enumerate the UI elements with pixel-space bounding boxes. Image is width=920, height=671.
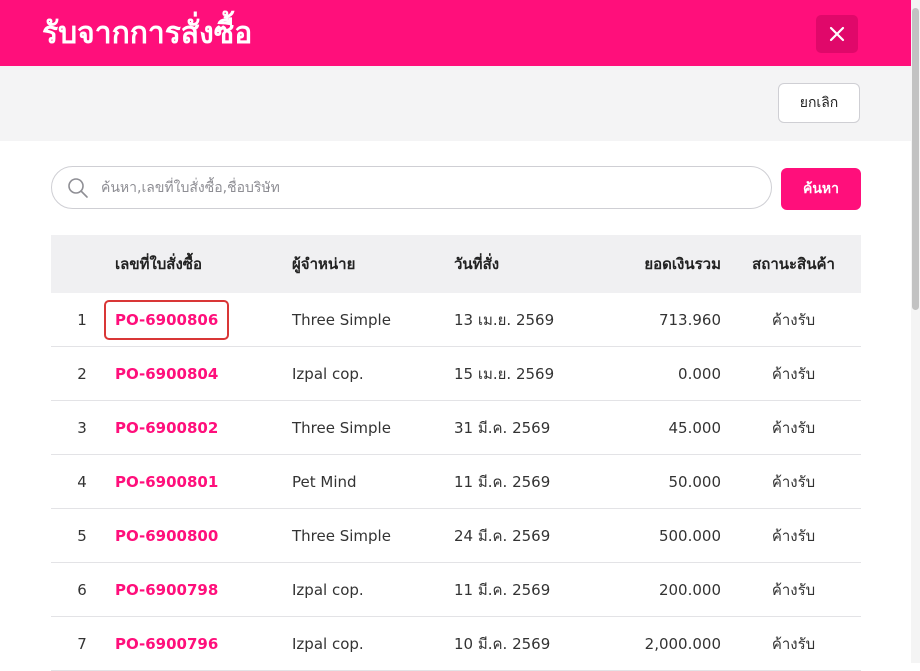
close-icon: [829, 26, 845, 42]
po-number-link[interactable]: PO-6900796: [115, 635, 218, 653]
row-index: 4: [77, 472, 87, 491]
row-total: 713.960: [658, 310, 721, 329]
table-row[interactable]: 4 PO-6900801 Pet Mind 11 มี.ค. 2569 50.0…: [51, 455, 861, 509]
search-box[interactable]: [51, 166, 772, 209]
po-number-link[interactable]: PO-6900800: [115, 527, 218, 545]
row-status: ค้างรับ: [771, 310, 816, 329]
row-index: 6: [77, 580, 87, 599]
row-vendor: Izpal cop.: [292, 580, 364, 599]
dialog-header: รับจากการสั่งซื้อ: [0, 0, 911, 66]
dialog-title: รับจากการสั่งซื้อ: [42, 16, 253, 51]
row-total: 2,000.000: [644, 634, 721, 653]
row-index: 2: [77, 364, 87, 383]
row-date: 13 เม.ย. 2569: [454, 310, 555, 329]
dialog-toolbar: ยกเลิก: [0, 66, 911, 141]
header-vendor: ผู้จำหน่าย: [292, 255, 356, 273]
header-order-date: วันที่สั่ง: [454, 255, 500, 273]
table-row[interactable]: 2 PO-6900804 Izpal cop. 15 เม.ย. 2569 0.…: [51, 347, 861, 401]
row-vendor: Three Simple: [292, 418, 391, 437]
row-date: 31 มี.ค. 2569: [454, 418, 551, 437]
table-row[interactable]: 5 PO-6900800 Three Simple 24 มี.ค. 2569 …: [51, 509, 861, 563]
row-status: ค้างรับ: [771, 634, 816, 653]
row-index: 5: [77, 526, 87, 545]
row-date: 10 มี.ค. 2569: [454, 634, 551, 653]
row-status: ค้างรับ: [771, 580, 816, 599]
header-po-number: เลขที่ใบสั่งซื้อ: [115, 255, 202, 273]
row-total: 0.000: [678, 364, 721, 383]
cancel-button[interactable]: ยกเลิก: [778, 83, 860, 123]
po-number-link[interactable]: PO-6900802: [115, 419, 218, 437]
table-row[interactable]: 3 PO-6900802 Three Simple 31 มี.ค. 2569 …: [51, 401, 861, 455]
row-index: 1: [77, 310, 87, 329]
row-vendor: Pet Mind: [292, 472, 357, 491]
row-status: ค้างรับ: [771, 364, 816, 383]
table-row[interactable]: 6 PO-6900798 Izpal cop. 11 มี.ค. 2569 20…: [51, 563, 861, 617]
table-header: เลขที่ใบสั่งซื้อ ผู้จำหน่าย วันที่สั่ง ย…: [51, 235, 861, 293]
row-index: 7: [77, 634, 87, 653]
purchase-order-table: เลขที่ใบสั่งซื้อ ผู้จำหน่าย วันที่สั่ง ย…: [51, 235, 861, 671]
close-button[interactable]: [816, 15, 858, 53]
row-date: 11 มี.ค. 2569: [454, 580, 551, 599]
po-number-link[interactable]: PO-6900801: [115, 473, 218, 491]
header-total: ยอดเงินรวม: [644, 255, 721, 273]
table-row[interactable]: 1 PO-6900806 Three Simple 13 เม.ย. 2569 …: [51, 293, 861, 347]
row-total: 200.000: [658, 580, 721, 599]
row-vendor: Izpal cop.: [292, 364, 364, 383]
row-total: 45.000: [668, 418, 722, 437]
row-index: 3: [77, 418, 87, 437]
row-date: 24 มี.ค. 2569: [454, 526, 551, 545]
vertical-scrollbar[interactable]: [911, 0, 920, 663]
row-date: 11 มี.ค. 2569: [454, 472, 551, 491]
row-vendor: Izpal cop.: [292, 634, 364, 653]
header-status: สถานะสินค้า: [752, 255, 835, 273]
row-vendor: Three Simple: [292, 310, 391, 329]
search-input[interactable]: [101, 167, 756, 208]
row-status: ค้างรับ: [771, 472, 816, 491]
po-number-link[interactable]: PO-6900804: [115, 365, 218, 383]
scrollbar-thumb[interactable]: [912, 8, 919, 310]
row-total: 500.000: [658, 526, 721, 545]
search-button[interactable]: ค้นหา: [781, 168, 861, 210]
row-status: ค้างรับ: [771, 418, 816, 437]
row-status: ค้างรับ: [771, 526, 816, 545]
row-total: 50.000: [668, 472, 722, 491]
row-vendor: Three Simple: [292, 526, 391, 545]
row-date: 15 เม.ย. 2569: [454, 364, 555, 383]
po-number-link[interactable]: PO-6900798: [115, 581, 218, 599]
search-icon: [68, 178, 88, 198]
po-number-link[interactable]: PO-6900806: [103, 299, 230, 340]
